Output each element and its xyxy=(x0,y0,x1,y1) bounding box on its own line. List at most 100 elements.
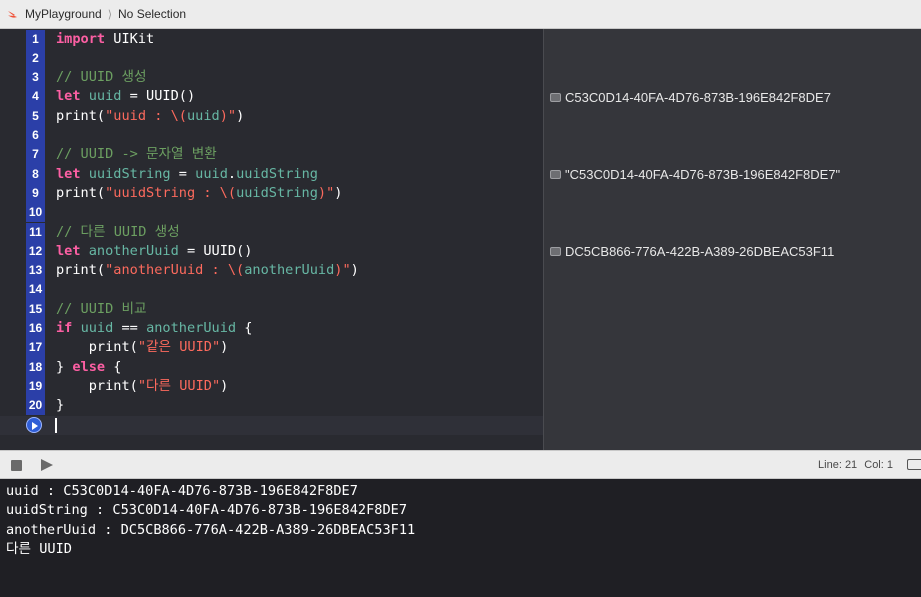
code-token: } xyxy=(56,397,65,414)
result-value[interactable]: DC5CB866-776A-422B-A389-26DBEAC53F11 xyxy=(550,242,834,261)
code-token: let xyxy=(56,88,81,105)
code-line[interactable]: 17 print("같은 UUID") xyxy=(0,338,543,358)
code-line[interactable]: 11 // 다른 UUID 생성 xyxy=(0,222,543,242)
code-line[interactable]: 3 // UUID 생성 xyxy=(0,68,543,88)
code-editor[interactable]: 1 import UIKit 2 3 // UUID 생성 4 let uuid = UUI… xyxy=(0,29,543,450)
line-number[interactable]: 1 xyxy=(26,29,45,49)
run-line-icon[interactable] xyxy=(26,417,42,434)
code-line[interactable]: 10 xyxy=(0,203,543,223)
line-number[interactable]: 4 xyxy=(26,87,45,107)
code-token: print( xyxy=(56,377,138,394)
result-text: "C53C0D14-40FA-4D76-873B-196E842F8DE7" xyxy=(565,166,841,182)
breadcrumb-selection[interactable]: No Selection xyxy=(118,7,186,21)
code-line[interactable]: 4 let uuid = UUID() xyxy=(0,87,543,107)
code-token: // UUID -> 문자열 변환 xyxy=(56,146,217,163)
console-line: 다른 UUID xyxy=(6,541,72,558)
line-number[interactable]: 11 xyxy=(26,222,45,242)
code-token: print( xyxy=(56,184,106,201)
code-token: // UUID 비교 xyxy=(56,300,147,317)
code-text[interactable]: let uuidString = uuid.uuidString xyxy=(56,165,318,184)
code-token: "anotherUuid : \( xyxy=(105,262,245,279)
code-line[interactable]: 13 print("anotherUuid : \(anotherUuid)") xyxy=(0,261,543,281)
code-token: else xyxy=(72,358,106,375)
code-text[interactable]: print("다른 UUID") xyxy=(56,377,229,396)
toggle-panel-icon[interactable] xyxy=(907,459,921,470)
line-number[interactable]: 3 xyxy=(26,68,45,88)
line-number[interactable]: 7 xyxy=(26,145,45,165)
code-text[interactable]: // 다른 UUID 생성 xyxy=(56,223,180,242)
code-line[interactable]: 12 let anotherUuid = UUID() xyxy=(0,241,543,262)
code-line[interactable]: 8 let uuidString = uuid.uuidString xyxy=(0,164,543,184)
line-number[interactable]: 17 xyxy=(26,338,45,358)
code-token: uuidString xyxy=(236,165,318,182)
code-line[interactable]: 16 if uuid == anotherUuid { xyxy=(0,319,543,339)
code-line[interactable]: 6 xyxy=(0,126,543,146)
code-text[interactable]: } else { xyxy=(56,358,122,377)
code-text[interactable]: print("같은 UUID") xyxy=(56,338,229,357)
code-text[interactable]: let anotherUuid = UUID() xyxy=(56,242,252,261)
cursor-position: Line: 21 Col: 1 xyxy=(814,459,893,471)
line-number[interactable]: 19 xyxy=(26,376,45,397)
code-token: anotherUuid xyxy=(244,262,335,279)
code-token: print( xyxy=(56,339,138,356)
line-number[interactable]: 16 xyxy=(26,319,45,339)
current-line[interactable] xyxy=(0,415,543,435)
code-text[interactable]: // UUID -> 문자열 변환 xyxy=(56,145,217,164)
code-token: uuidString xyxy=(236,184,318,201)
quick-look-icon[interactable] xyxy=(550,92,561,102)
code-text[interactable]: // UUID 비교 xyxy=(56,300,147,319)
line-number[interactable]: 15 xyxy=(26,299,45,319)
play-icon[interactable] xyxy=(41,459,53,471)
code-line[interactable]: 18 } else { xyxy=(0,357,543,377)
code-line[interactable]: 14 xyxy=(0,280,543,300)
code-text[interactable]: if uuid == anotherUuid { xyxy=(56,319,252,338)
result-text: DC5CB866-776A-422B-A389-26DBEAC53F11 xyxy=(565,243,835,259)
code-text[interactable]: import UIKit xyxy=(56,30,154,49)
code-token: anotherUuid xyxy=(88,242,179,259)
code-text[interactable]: let uuid = UUID() xyxy=(56,87,195,106)
breadcrumb: MyPlayground ⟩ No Selection xyxy=(0,0,921,29)
result-value[interactable]: C53C0D14-40FA-4D76-873B-196E842F8DE7 xyxy=(550,87,831,106)
line-number[interactable]: 10 xyxy=(26,203,45,223)
code-line[interactable]: 20} xyxy=(0,396,543,416)
code-text[interactable]: print("uuid : \(uuid)") xyxy=(56,107,244,126)
code-token: ) xyxy=(350,262,359,279)
code-text[interactable]: // UUID 생성 xyxy=(56,68,147,87)
line-number[interactable]: 14 xyxy=(26,280,45,300)
results-sidebar: C53C0D14-40FA-4D76-873B-196E842F8DE7 "C53… xyxy=(543,29,921,450)
quick-look-icon[interactable] xyxy=(550,246,561,256)
code-text[interactable]: print("anotherUuid : \(anotherUuid)") xyxy=(56,261,359,280)
code-text[interactable]: print("uuidString : \(uuidString)") xyxy=(56,184,342,203)
line-number[interactable]: 20 xyxy=(26,396,45,416)
code-token: "uuidString : \( xyxy=(105,184,237,201)
code-line[interactable]: 19 print("다른 UUID") xyxy=(0,376,543,397)
code-token: uuid xyxy=(186,107,220,124)
line-number[interactable]: 12 xyxy=(26,241,45,262)
code-token: = UUID() xyxy=(178,242,253,259)
code-line[interactable]: 9 print("uuidString : \(uuidString)") xyxy=(0,183,543,204)
line-number[interactable]: 8 xyxy=(26,164,45,184)
code-line[interactable]: 5 print("uuid : \(uuid)") xyxy=(0,106,543,126)
code-token: let xyxy=(56,242,81,259)
console-line: uuidString : C53C0D14-40FA-4D76-873B-196… xyxy=(6,502,408,519)
code-line[interactable]: 2 xyxy=(0,48,543,69)
code-token: import xyxy=(56,30,106,47)
line-number[interactable]: 9 xyxy=(26,183,45,204)
breadcrumb-project[interactable]: MyPlayground xyxy=(25,7,102,21)
result-value[interactable]: "C53C0D14-40FA-4D76-873B-196E842F8DE7" xyxy=(550,165,840,184)
code-line[interactable]: 15 // UUID 비교 xyxy=(0,299,543,319)
line-number[interactable]: 13 xyxy=(26,261,45,281)
line-number[interactable]: 18 xyxy=(26,357,45,377)
line-number[interactable]: 2 xyxy=(26,48,45,69)
code-token: } xyxy=(56,358,73,375)
code-token: let xyxy=(56,165,81,182)
quick-look-icon[interactable] xyxy=(550,169,561,179)
text-caret xyxy=(55,417,57,433)
code-text[interactable]: } xyxy=(56,396,64,415)
line-number[interactable]: 5 xyxy=(26,106,45,126)
stop-icon[interactable] xyxy=(11,460,22,471)
code-line[interactable]: 7 // UUID -> 문자열 변환 xyxy=(0,145,543,165)
line-number[interactable]: 6 xyxy=(26,126,45,146)
code-line[interactable]: 1 import UIKit xyxy=(0,29,543,49)
